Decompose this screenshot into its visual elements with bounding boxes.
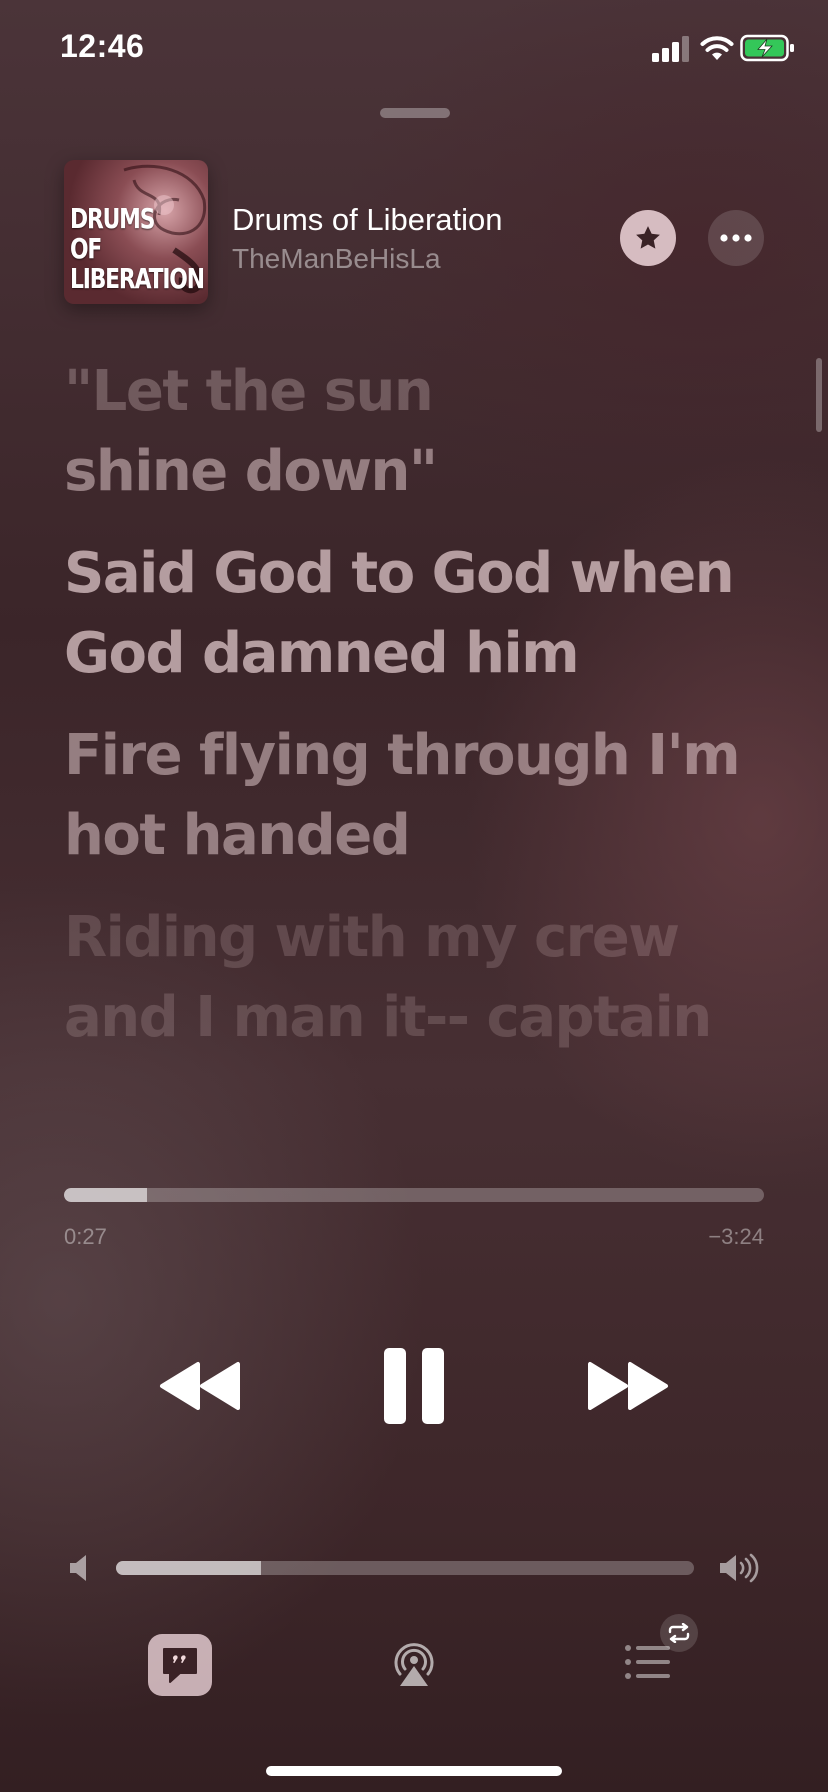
lyric-block[interactable]: Said God to God when God damned him — [64, 534, 764, 694]
elapsed-time: 0:27 — [64, 1224, 107, 1249]
lyric-block[interactable]: Riding with my crew and I man it-- capta… — [64, 898, 764, 1058]
favorite-button[interactable] — [620, 210, 676, 266]
lyrics-scrollbar[interactable] — [816, 358, 822, 432]
album-artwork[interactable]: DRUMS OF LIBERATION — [64, 160, 208, 304]
lyric-line: hot handed — [64, 803, 411, 868]
lyric-line: "Let the sun — [64, 359, 434, 424]
battery-charging-icon — [740, 34, 794, 62]
artwork-text-line: LIBERATION — [70, 262, 205, 295]
song-artist[interactable]: TheManBeHisLa — [232, 243, 441, 275]
volume-high-icon — [720, 1553, 759, 1583]
more-icon — [720, 234, 752, 242]
lyric-line: and I man it-- captain — [64, 985, 712, 1050]
lyric-block[interactable]: Fire flying through I'm hot handed — [64, 716, 764, 876]
rewind-icon[interactable] — [158, 1360, 244, 1412]
home-indicator[interactable] — [266, 1766, 562, 1776]
artwork-text-line: DRUMS — [70, 202, 155, 235]
artwork-text-line: OF — [70, 232, 102, 265]
sheet-grabber[interactable] — [380, 108, 450, 118]
remaining-time: −3:24 — [708, 1224, 764, 1249]
lyrics-icon — [163, 1648, 197, 1683]
status-time: 12:46 — [60, 28, 145, 64]
volume-level-fill — [116, 1561, 261, 1575]
lyric-line: Said God to God when — [64, 541, 735, 606]
lyric-line: shine down" — [64, 439, 438, 504]
repeat-icon — [668, 1623, 690, 1643]
lyric-line: God damned him — [64, 621, 580, 686]
more-options-button[interactable] — [708, 210, 764, 266]
airplay-icon[interactable] — [388, 1636, 440, 1688]
lyrics-button[interactable] — [148, 1634, 212, 1696]
volume-slider[interactable] — [116, 1561, 694, 1575]
song-title[interactable]: Drums of Liberation — [232, 202, 503, 238]
fast-forward-icon[interactable] — [584, 1360, 670, 1412]
playback-progress-fill — [64, 1188, 147, 1202]
wifi-icon — [700, 36, 734, 60]
playback-scrubber[interactable] — [64, 1188, 764, 1202]
cellular-signal-icon — [652, 36, 689, 62]
lyric-line: Riding with my crew — [64, 905, 680, 970]
lyrics-view[interactable]: "Let the sun shine down" Said God to God… — [64, 352, 764, 1132]
volume-low-icon — [70, 1555, 86, 1581]
lyric-block[interactable]: "Let the sun shine down" — [64, 352, 764, 512]
artwork-title: DRUMS OF LIBERATION — [70, 202, 205, 295]
star-icon — [636, 226, 660, 249]
pause-icon[interactable] — [382, 1346, 446, 1426]
repeat-badge[interactable] — [660, 1614, 698, 1652]
lyric-line: Fire flying through I'm — [64, 723, 741, 788]
